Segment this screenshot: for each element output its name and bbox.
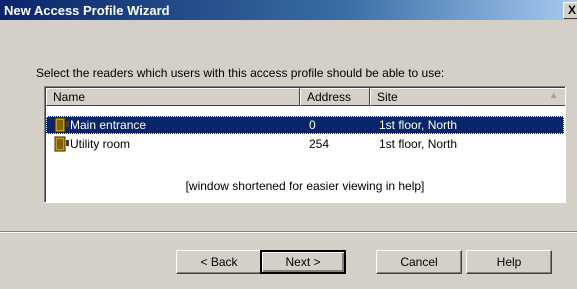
list-item[interactable]: Utility room 254 1st floor, North	[46, 135, 564, 153]
list-header: Name Address Site ▲	[46, 88, 565, 106]
door-reader-icon	[54, 136, 69, 152]
instruction-text: Select the readers which users with this…	[36, 66, 445, 80]
reader-site: 1st floor, North	[379, 118, 458, 132]
title-bar: New Access Profile Wizard X	[0, 0, 577, 20]
help-button[interactable]: Help	[466, 250, 552, 274]
cancel-button[interactable]: Cancel	[376, 250, 462, 274]
close-button[interactable]: X	[563, 2, 577, 19]
reader-address: 254	[309, 137, 330, 151]
column-header-name[interactable]: Name	[46, 88, 300, 106]
reader-name: Main entrance	[70, 118, 147, 132]
column-header-site-label: Site	[377, 90, 398, 104]
sort-arrow-icon: ▲	[549, 90, 558, 100]
column-header-address[interactable]: Address	[300, 88, 370, 106]
separator-highlight	[0, 232, 577, 233]
reader-site: 1st floor, North	[379, 137, 458, 151]
back-button[interactable]: < Back	[176, 250, 262, 274]
next-button[interactable]: Next >	[260, 250, 346, 274]
reader-name: Utility room	[70, 137, 131, 151]
door-reader-icon	[54, 117, 69, 133]
readers-list[interactable]: Name Address Site ▲ Main entrance 0 1st …	[44, 86, 566, 203]
column-header-site[interactable]: Site	[370, 88, 565, 106]
reader-address: 0	[309, 118, 316, 132]
shortened-note: [window shortened for easier viewing in …	[185, 179, 425, 193]
window-title: New Access Profile Wizard	[4, 3, 170, 18]
list-item[interactable]: Main entrance 0 1st floor, North	[46, 116, 564, 134]
